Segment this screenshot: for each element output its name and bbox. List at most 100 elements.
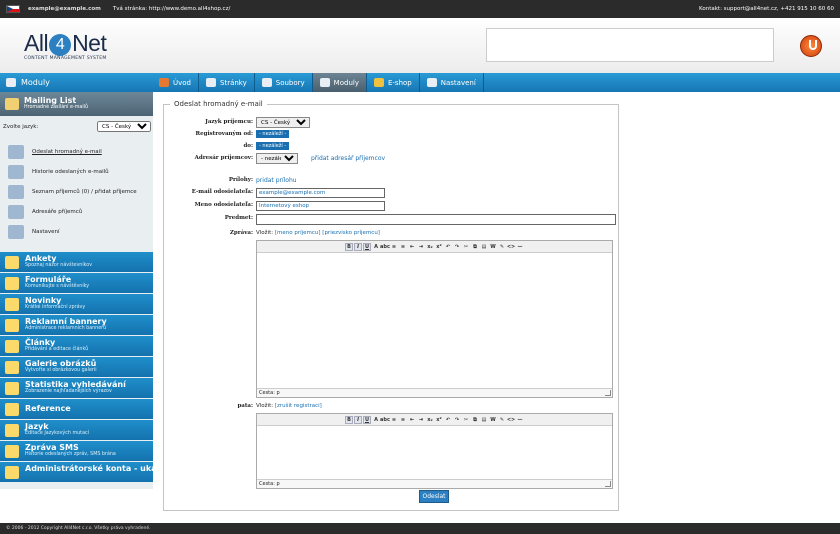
sidebar-language-select[interactable]: CS - Český	[97, 121, 151, 132]
tab-stranky[interactable]: Stránky	[199, 73, 255, 92]
paste-icon[interactable]: ▤	[480, 243, 488, 251]
cut-icon[interactable]: ✂	[462, 416, 470, 424]
strikethrough-icon[interactable]: abc	[380, 416, 390, 424]
module-statistika[interactable]: Statistika vyhledávání Zobrazenie najhľad…	[0, 378, 153, 399]
indent-icon[interactable]: ⇥	[417, 416, 425, 424]
article-icon	[5, 340, 19, 353]
bold-icon[interactable]: B	[345, 242, 353, 251]
home-icon	[159, 78, 169, 87]
message-editor-toolbar: B I U A abc ≡ ≡ ⇤ ⇥ x₂ x² ↶ ↷ ✂ ⧉ ▤ W ✎ …	[257, 241, 612, 253]
sender-name-input[interactable]	[256, 201, 385, 211]
module-formulare[interactable]: Formuláře Komunikujte s návštěvníky	[0, 273, 153, 294]
tab-moduly[interactable]: Moduly	[312, 73, 367, 92]
send-button[interactable]: Odeslat	[419, 490, 449, 503]
module-admin-accounts[interactable]: Administrátorské konta - ukážka	[0, 462, 153, 483]
message-editor[interactable]: B I U A abc ≡ ≡ ⇤ ⇥ x₂ x² ↶ ↷ ✂ ⧉ ▤ W ✎ …	[256, 240, 613, 398]
clean-icon[interactable]: ✎	[498, 243, 506, 251]
undo-icon[interactable]: ↶	[444, 243, 452, 251]
add-attachment-link[interactable]: pridat prílohu	[256, 177, 297, 184]
module-novinky[interactable]: Novinky Krátké informační zprávy	[0, 294, 153, 315]
attachments-label: Prílohy:	[228, 177, 253, 183]
logout-power-icon[interactable]	[800, 35, 822, 57]
hr-icon[interactable]: —	[516, 243, 524, 251]
add-directory-link[interactable]: přidat adresář příjemcov	[311, 155, 385, 162]
sidebar-item-send-email[interactable]: Odeslat hromadný e-mail	[8, 142, 150, 162]
hr-icon[interactable]: —	[516, 416, 524, 424]
reg-from-picker[interactable]: - nezáleží -	[256, 130, 290, 138]
bullet-list-icon[interactable]: ≡	[390, 243, 398, 251]
strikethrough-icon[interactable]: abc	[380, 243, 390, 251]
logo[interactable]: All 4 Net	[24, 30, 107, 57]
resize-grip-icon[interactable]	[605, 390, 611, 396]
message-label: Zpráva:	[229, 230, 253, 236]
copy-icon[interactable]: ⧉	[471, 243, 479, 251]
bullet-list-icon[interactable]: ≡	[390, 416, 398, 424]
outdent-icon[interactable]: ⇤	[408, 243, 416, 251]
module-reference[interactable]: Reference	[0, 399, 153, 420]
superscript-icon[interactable]: x²	[435, 243, 443, 251]
lang-label: Jazyk príjemcu:	[205, 119, 253, 125]
module-clanky[interactable]: Články Přidávání a editace článků	[0, 336, 153, 357]
redo-icon[interactable]: ↷	[453, 416, 461, 424]
news-icon	[5, 298, 19, 311]
paste-icon[interactable]: ▤	[480, 416, 488, 424]
sidebar-item-recipients[interactable]: Seznam příjemců (0) / přidat příjemce	[8, 182, 150, 202]
site-label[interactable]: Tvá stránka: http://www.demo.all4shop.cz…	[113, 6, 230, 12]
sender-email-input[interactable]	[256, 188, 385, 198]
recipient-language-select[interactable]: CS - Český	[256, 117, 310, 128]
files-icon	[261, 78, 272, 87]
page-footer: © 2006 - 2012 Copyright All4Net c.r.o. V…	[0, 523, 840, 534]
tab-eshop[interactable]: E-shop	[367, 73, 420, 92]
subject-input[interactable]	[256, 214, 616, 225]
sidebar-item-directories[interactable]: Adresáře příjemců	[8, 202, 150, 222]
insert-name-link[interactable]: [meno príjemcu]	[275, 230, 321, 236]
numbered-list-icon[interactable]: ≡	[399, 243, 407, 251]
paste-word-icon[interactable]: W	[489, 243, 497, 251]
directory-select[interactable]: - nezáleží -	[256, 153, 298, 164]
message-editor-status: Cesta: p	[257, 388, 612, 397]
module-sms[interactable]: Zpráva SMS Historie odeslaných zpráv, SMS…	[0, 441, 153, 462]
tab-soubory[interactable]: Soubory	[255, 73, 313, 92]
sidebar-item-history[interactable]: Historie odeslaných e-mailů	[8, 162, 150, 182]
message-insert-row: Vložit: [meno príjemcu] [priezvisko príj…	[256, 230, 380, 236]
indent-icon[interactable]: ⇥	[417, 243, 425, 251]
czech-flag-icon[interactable]	[6, 5, 20, 13]
gallery-icon	[5, 361, 19, 374]
module-bannery[interactable]: Reklamní bannery Administrace reklamních …	[0, 315, 153, 336]
clean-icon[interactable]: ✎	[498, 416, 506, 424]
undo-icon[interactable]: ↶	[444, 416, 452, 424]
numbered-list-icon[interactable]: ≡	[399, 416, 407, 424]
contact-info: Kontakt: support@all4net.cz, +421 915 10…	[699, 6, 834, 12]
resize-grip-icon[interactable]	[605, 481, 611, 487]
underline-icon[interactable]: U	[363, 242, 371, 251]
text-color-icon[interactable]: A	[372, 243, 380, 251]
sender-email-label: E-mail odosielateľa:	[191, 189, 253, 195]
bold-icon[interactable]: B	[345, 415, 353, 424]
copy-icon[interactable]: ⧉	[471, 416, 479, 424]
subscript-icon[interactable]: x₂	[426, 243, 434, 251]
html-icon[interactable]: <>	[507, 416, 515, 424]
tab-uvod[interactable]: Úvod	[152, 73, 199, 92]
superscript-icon[interactable]: x²	[435, 416, 443, 424]
insert-unregister-link[interactable]: [zrušit registraci]	[275, 403, 322, 409]
reg-to-picker[interactable]: - nezáleží -	[256, 142, 290, 150]
header: All 4 Net CONTENT MANAGEMENT SYSTEM	[0, 18, 840, 73]
footer-editor[interactable]: B I U A abc ≡ ≡ ⇤ ⇥ x₂ x² ↶ ↷ ✂ ⧉ ▤ W ✎ …	[256, 413, 613, 489]
underline-icon[interactable]: U	[363, 415, 371, 424]
module-galerie[interactable]: Galerie obrázků Vytvořte si obrázkovou ga…	[0, 357, 153, 378]
text-color-icon[interactable]: A	[372, 416, 380, 424]
italic-icon[interactable]: I	[354, 242, 362, 251]
html-icon[interactable]: <>	[507, 243, 515, 251]
module-jazyk[interactable]: Jazyk Editace Jazykových mutací	[0, 420, 153, 441]
cut-icon[interactable]: ✂	[462, 243, 470, 251]
outdent-icon[interactable]: ⇤	[408, 416, 416, 424]
redo-icon[interactable]: ↷	[453, 243, 461, 251]
module-ankety[interactable]: Ankety Spoznaj názor návštevníkov	[0, 252, 153, 273]
paste-word-icon[interactable]: W	[489, 416, 497, 424]
sidebar-item-settings[interactable]: Nastavení	[8, 222, 150, 242]
insert-surname-link[interactable]: [priezvisko príjemcu]	[322, 230, 380, 236]
tab-nastaveni[interactable]: Nastavení	[420, 73, 484, 92]
italic-icon[interactable]: I	[354, 415, 362, 424]
modules-icon	[319, 78, 330, 87]
subscript-icon[interactable]: x₂	[426, 416, 434, 424]
